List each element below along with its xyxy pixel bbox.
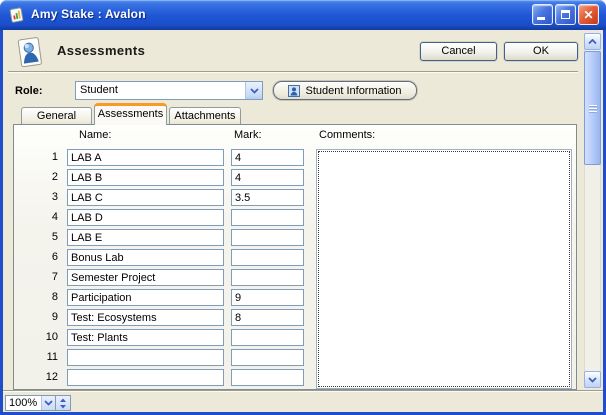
- name-input[interactable]: [67, 309, 224, 326]
- comments-textarea[interactable]: [318, 151, 570, 387]
- mark-input[interactable]: [231, 189, 304, 206]
- student-information-label: Student Information: [305, 85, 401, 97]
- mark-column-header: Mark:: [234, 129, 262, 141]
- mark-input[interactable]: [231, 269, 304, 286]
- name-input[interactable]: [67, 349, 224, 366]
- zoom-level-value[interactable]: 100%: [6, 396, 41, 410]
- page-title: Assessments: [57, 43, 145, 58]
- dialog-window: Amy Stake : Avalon ✕ Assessments Cancel …: [0, 0, 606, 415]
- window-title: Amy Stake : Avalon: [31, 7, 146, 21]
- name-input[interactable]: [67, 169, 224, 186]
- status-bar: 100%: [3, 390, 603, 412]
- row-number: 7: [24, 271, 58, 283]
- name-input[interactable]: [67, 369, 224, 386]
- minimize-button[interactable]: [532, 4, 553, 25]
- mark-input[interactable]: [231, 289, 304, 306]
- scroll-up-button[interactable]: [584, 33, 601, 50]
- close-icon: ✕: [583, 9, 593, 21]
- minimize-icon: [537, 17, 545, 20]
- app-icon: [8, 6, 26, 24]
- mark-input[interactable]: [231, 329, 304, 346]
- chevron-down-icon[interactable]: [245, 82, 262, 99]
- table-row: 4: [14, 209, 324, 226]
- tab-general[interactable]: General: [21, 107, 92, 124]
- table-row: 3: [14, 189, 324, 206]
- table-row: 7: [14, 269, 324, 286]
- role-dropdown[interactable]: Student: [75, 81, 263, 100]
- table-row: 12: [14, 369, 324, 386]
- title-bar: Amy Stake : Avalon ✕: [0, 0, 606, 30]
- chevron-up-icon: [588, 39, 597, 45]
- name-input[interactable]: [67, 249, 224, 266]
- row-number: 9: [24, 311, 58, 323]
- scroll-down-button[interactable]: [584, 371, 601, 388]
- mark-input[interactable]: [231, 349, 304, 366]
- mark-input[interactable]: [231, 169, 304, 186]
- row-number: 3: [24, 191, 58, 203]
- row-number: 11: [24, 351, 58, 363]
- person-icon: [288, 85, 300, 97]
- row-number: 6: [24, 251, 58, 263]
- table-row: 1: [14, 149, 324, 166]
- assessments-panel: Name: Mark: Comments: 1 2 3 4: [13, 124, 577, 390]
- assessments-person-card-icon: [15, 36, 47, 71]
- row-number: 5: [24, 231, 58, 243]
- up-down-arrows-icon: [59, 398, 67, 409]
- zoom-dropdown-button[interactable]: [41, 396, 55, 410]
- zoom-control: 100%: [5, 395, 71, 411]
- thumb-grip-icon: [589, 105, 597, 112]
- role-selected-value: Student: [80, 84, 118, 96]
- name-input[interactable]: [67, 329, 224, 346]
- mark-input[interactable]: [231, 309, 304, 326]
- row-number: 2: [24, 171, 58, 183]
- dialog-body: Assessments Cancel OK Role: Student Stud…: [3, 30, 603, 412]
- name-column-header: Name:: [79, 129, 111, 141]
- maximize-button[interactable]: [555, 4, 576, 25]
- name-input[interactable]: [67, 289, 224, 306]
- table-row: 5: [14, 229, 324, 246]
- table-row: 6: [14, 249, 324, 266]
- tab-assessments[interactable]: Assessments: [94, 103, 167, 125]
- row-number: 1: [24, 151, 58, 163]
- cancel-button[interactable]: Cancel: [420, 42, 497, 61]
- name-input[interactable]: [67, 209, 224, 226]
- mark-input[interactable]: [231, 249, 304, 266]
- mark-input[interactable]: [231, 229, 304, 246]
- comments-column-header: Comments:: [319, 129, 375, 141]
- table-row: 9: [14, 309, 324, 326]
- role-label: Role:: [15, 85, 43, 97]
- row-number: 4: [24, 211, 58, 223]
- vertical-scrollbar[interactable]: [584, 33, 601, 388]
- mark-input[interactable]: [231, 209, 304, 226]
- name-input[interactable]: [67, 149, 224, 166]
- header-divider: [8, 71, 578, 73]
- mark-input[interactable]: [231, 369, 304, 386]
- zoom-stepper[interactable]: [55, 396, 70, 410]
- close-button[interactable]: ✕: [578, 4, 599, 25]
- chevron-down-icon: [588, 377, 597, 383]
- mark-input[interactable]: [231, 149, 304, 166]
- comments-field-frame: [316, 149, 572, 389]
- name-input[interactable]: [67, 229, 224, 246]
- maximize-icon: [561, 10, 570, 19]
- scrollbar-thumb[interactable]: [584, 51, 601, 165]
- name-input[interactable]: [67, 269, 224, 286]
- student-information-button[interactable]: Student Information: [273, 81, 417, 100]
- row-number: 10: [24, 331, 58, 343]
- table-row: 2: [14, 169, 324, 186]
- tab-attachments[interactable]: Attachments: [169, 107, 241, 124]
- table-row: 8: [14, 289, 324, 306]
- chevron-down-icon: [44, 400, 53, 406]
- table-row: 11: [14, 349, 324, 366]
- row-number: 12: [24, 371, 58, 383]
- ok-button[interactable]: OK: [504, 42, 578, 61]
- row-number: 8: [24, 291, 58, 303]
- table-row: 10: [14, 329, 324, 346]
- name-input[interactable]: [67, 189, 224, 206]
